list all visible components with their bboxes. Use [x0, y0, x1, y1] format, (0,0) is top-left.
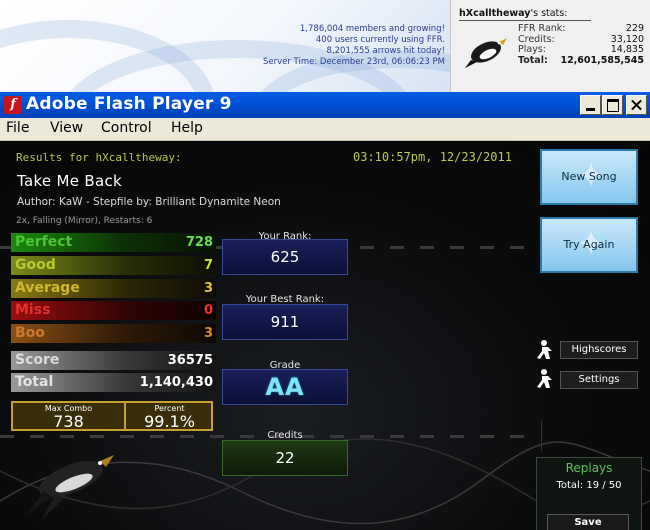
stats-title-suffix: 's stats:: [530, 8, 568, 19]
menu-file[interactable]: File: [6, 120, 29, 136]
results-header: Results for hXcalltheway:: [16, 151, 182, 164]
highscores-label: Highscores: [571, 344, 627, 355]
judge-label: Average: [15, 280, 80, 296]
users-online: 400 users currently using FFR.: [315, 35, 445, 45]
save-replay-button[interactable]: Save: [547, 514, 629, 530]
window-title: Adobe Flash Player 9: [26, 94, 232, 114]
maximize-button[interactable]: [602, 95, 623, 115]
settings-button[interactable]: Settings: [560, 371, 638, 389]
credits-value: 22: [222, 440, 348, 476]
judge-value: 3: [203, 326, 213, 341]
stat-label: Plays:: [518, 44, 546, 55]
score-value: 36575: [167, 353, 213, 368]
stat-value: 14,835: [610, 44, 644, 55]
judge-row-average: Average 3: [11, 279, 216, 298]
new-song-label: New Song: [561, 170, 617, 183]
user-stats-table: FFR Rank: 229 Credits: 33,120 Plays: 14,835…: [518, 23, 644, 67]
game-results-screen: Results for hXcalltheway: 03:10:57pm, 12…: [0, 141, 650, 530]
judge-value: 0: [203, 303, 213, 318]
judge-label: Miss: [15, 302, 51, 318]
window-titlebar[interactable]: f Adobe Flash Player 9: [0, 92, 650, 118]
runner-icon[interactable]: [536, 339, 558, 361]
try-again-label: Try Again: [563, 238, 615, 251]
stat-value: 12,601,585,545: [560, 54, 644, 66]
judge-value: 7: [203, 258, 213, 273]
total-value: 1,140,430: [139, 375, 213, 390]
score-label: Score: [15, 352, 60, 368]
song-author-line: Author: KaW - Stepfile by: Brilliant Dyn…: [17, 196, 281, 208]
site-statistics: 1,786,004 members and growing! 400 users…: [263, 24, 445, 68]
replays-title: Replays: [565, 461, 613, 475]
server-time: Server Time: December 23rd, 06:06:23 PM: [262, 57, 445, 67]
judge-label: Good: [15, 257, 56, 273]
penguin-avatar-icon: [465, 38, 507, 68]
runner-icon[interactable]: [536, 368, 558, 390]
replays-panel: Replays Total: 19 / 50 Save: [536, 457, 642, 530]
stat-label: FFR Rank:: [518, 23, 566, 34]
total-row: Total 1,140,430: [11, 373, 216, 392]
penguin-logo-icon: [26, 455, 114, 519]
best-rank-value: 911: [222, 304, 348, 340]
mods-line: 2x, Falling (Mirror), Restarts: 6: [16, 216, 153, 226]
stat-row-plays: Plays: 14,835: [518, 44, 644, 56]
settings-label: Settings: [578, 374, 620, 385]
judge-label: Boo: [15, 325, 45, 341]
combo-percent-box: Max Combo 738 Percent 99.1%: [11, 401, 213, 431]
menu-bar: File View Control Help: [0, 118, 650, 141]
stat-label: Total:: [518, 54, 548, 66]
song-title: Take Me Back: [17, 172, 122, 190]
members-count: 1,786,004 members and growing!: [299, 24, 445, 34]
arrows-hit: 8,201,555 arrows hit today!: [326, 46, 445, 56]
total-label: Total: [15, 374, 54, 390]
stat-row-rank: FFR Rank: 229: [518, 23, 644, 35]
judge-row-perfect: Perfect 728: [11, 233, 216, 252]
user-stats-panel: hXcalltheway's stats: FFR Rank: 229 Credi…: [450, 0, 650, 92]
judge-label: Perfect: [15, 234, 73, 250]
username-link[interactable]: hXcalltheway: [459, 8, 530, 19]
save-label: Save: [574, 517, 602, 528]
judge-row-miss: Miss 0: [11, 301, 216, 320]
side-divider: [541, 421, 542, 451]
try-again-button[interactable]: ✦ Try Again: [540, 217, 638, 273]
score-row: Score 36575: [11, 351, 216, 370]
stat-row-total: Total: 12,601,585,545: [518, 54, 644, 67]
menu-control[interactable]: Control: [101, 120, 152, 136]
replays-total: Total: 19 / 50: [556, 480, 622, 491]
highscores-button[interactable]: Highscores: [560, 341, 638, 359]
judge-row-boo: Boo 3: [11, 324, 216, 343]
close-button[interactable]: [626, 95, 647, 115]
judge-value: 728: [185, 235, 213, 250]
result-timestamp: 03:10:57pm, 12/23/2011: [353, 150, 512, 164]
menu-help[interactable]: Help: [171, 120, 203, 136]
judge-row-good: Good 7: [11, 256, 216, 275]
minimize-button[interactable]: [580, 95, 601, 115]
new-song-button[interactable]: ✦ New Song: [540, 149, 638, 205]
user-stats-title: hXcalltheway's stats:: [459, 8, 591, 21]
menu-view[interactable]: View: [50, 120, 83, 136]
judge-value: 3: [203, 281, 213, 296]
max-combo-value: 738: [53, 412, 84, 431]
stat-value: 229: [625, 23, 644, 34]
percent-value: 99.1%: [144, 412, 195, 431]
flash-player-icon[interactable]: f: [4, 96, 22, 114]
your-rank-value: 625: [222, 239, 348, 275]
grade-value: AA: [222, 369, 348, 405]
